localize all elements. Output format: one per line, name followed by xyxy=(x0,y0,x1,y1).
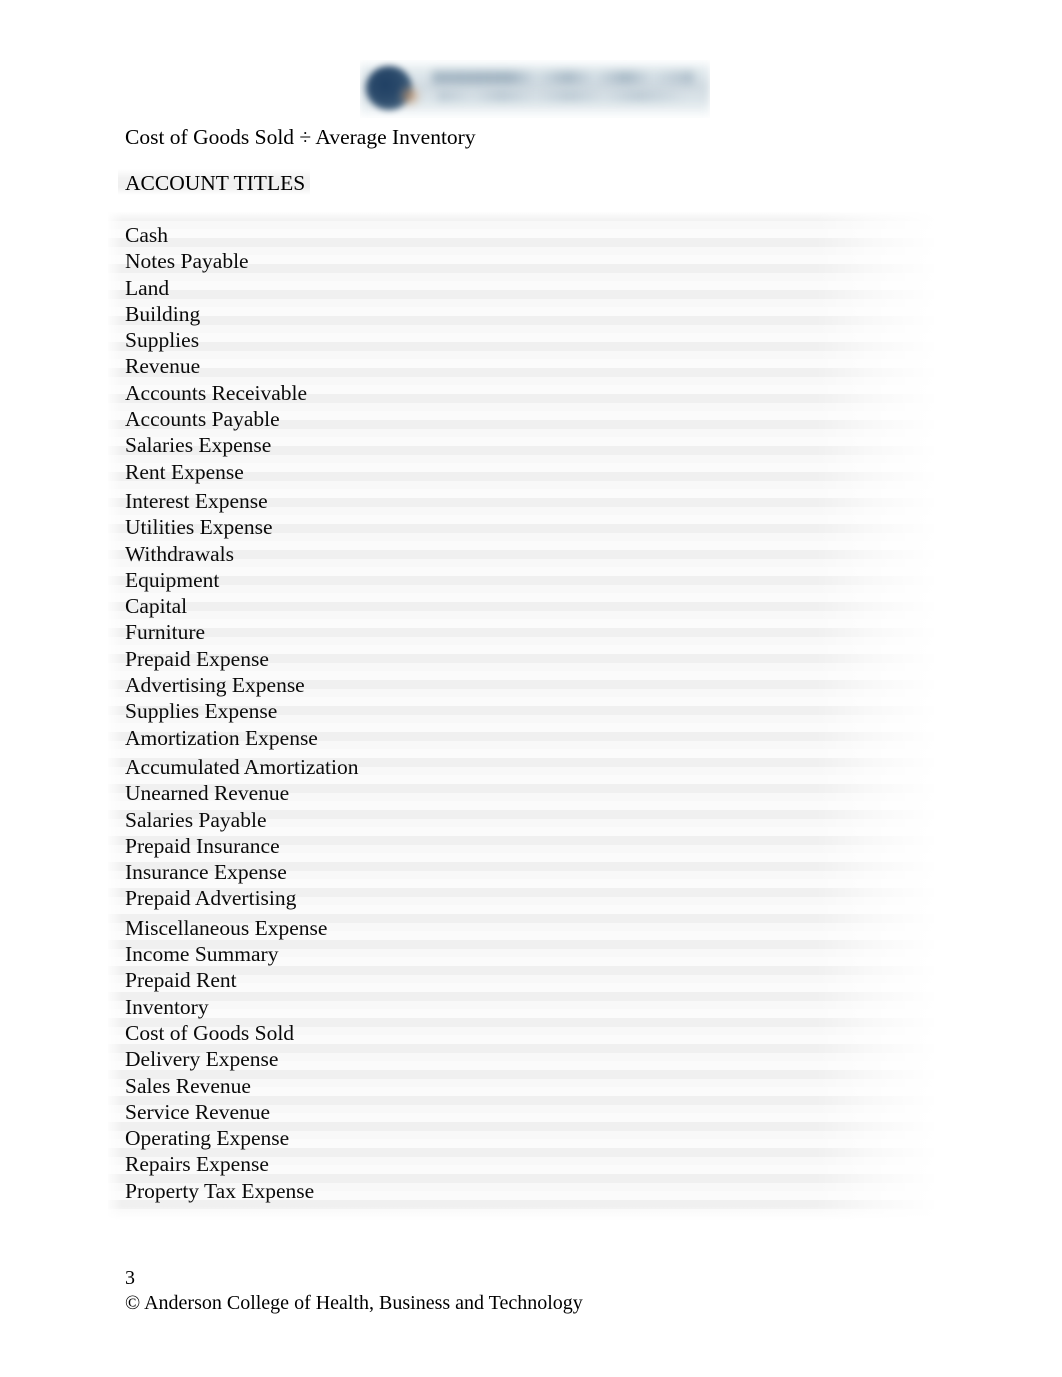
account-title-item: Furniture xyxy=(125,620,206,645)
account-title-item: Utilities Expense xyxy=(125,515,273,540)
college-seal-accent-icon xyxy=(400,86,420,106)
account-title-item: Salaries Payable xyxy=(125,807,267,832)
account-title-item: Rent Expense xyxy=(125,459,244,484)
document-page: Cost of Goods Sold ÷ Average Inventory A… xyxy=(0,0,1062,1377)
account-title-item: Interest Expense xyxy=(125,488,268,513)
account-titles-panel: Cash Notes Payable Land Building Supplies Rev… xyxy=(108,212,935,1220)
panel-top-fade xyxy=(108,212,935,222)
logo-wordmark-line-2 xyxy=(438,91,682,101)
account-title-item: Service Revenue xyxy=(125,1099,271,1124)
account-title-item: Building xyxy=(125,301,201,326)
account-title-item: Prepaid Rent xyxy=(125,968,237,993)
account-title-item: Equipment xyxy=(125,567,220,592)
account-title-item: Withdrawals xyxy=(125,541,234,566)
account-title-item: Accounts Payable xyxy=(125,407,280,432)
account-title-item: Insurance Expense xyxy=(125,860,287,885)
account-title-item: Cost of Goods Sold xyxy=(125,1020,295,1045)
account-title-item: Land xyxy=(125,275,170,300)
account-title-item: Unearned Revenue xyxy=(125,781,290,806)
logo-wordmark-line-1 xyxy=(432,71,694,84)
college-logo xyxy=(360,60,710,118)
page-title: ACCOUNT TITLES xyxy=(125,171,306,195)
account-title-item: Prepaid Insurance xyxy=(125,833,280,858)
account-title-item: Cash xyxy=(125,223,168,247)
account-title-item: Supplies xyxy=(125,328,200,353)
account-title-item: Property Tax Expense xyxy=(125,1178,315,1203)
panel-left-fade xyxy=(108,212,122,1220)
account-title-item: Prepaid Advertising xyxy=(125,886,297,911)
account-title-item: Amortization Expense xyxy=(125,725,318,750)
account-titles-list: Cash Notes Payable Land Building Supplies Rev… xyxy=(125,222,935,1204)
account-title-item: Revenue xyxy=(125,354,201,379)
copyright-notice: © Anderson College of Health, Business a… xyxy=(125,1291,583,1314)
account-title-item: Accumulated Amortization xyxy=(125,754,359,779)
account-title-item: Supplies Expense xyxy=(125,699,278,724)
account-title-item: Repairs Expense xyxy=(125,1152,269,1177)
account-title-item: Accounts Receivable xyxy=(125,380,308,405)
account-title-item: Advertising Expense xyxy=(125,673,305,698)
account-title-item: Delivery Expense xyxy=(125,1047,279,1072)
account-title-item: Salaries Expense xyxy=(125,433,272,458)
account-title-item: Miscellaneous Expense xyxy=(125,915,328,940)
account-title-item: Capital xyxy=(125,594,188,619)
page-number: 3 xyxy=(125,1267,135,1289)
account-title-item: Inventory xyxy=(125,994,209,1019)
account-title-item: Notes Payable xyxy=(125,249,249,274)
inventory-turnover-formula: Cost of Goods Sold ÷ Average Inventory xyxy=(125,125,476,149)
account-title-item: Income Summary xyxy=(125,942,279,967)
page-footer: 3 © Anderson College of Health, Business… xyxy=(125,1266,583,1315)
account-title-item: Sales Revenue xyxy=(125,1073,251,1098)
account-title-item: Prepaid Expense xyxy=(125,646,269,671)
account-title-item: Operating Expense xyxy=(125,1126,290,1151)
panel-bottom-fade xyxy=(108,1206,935,1220)
